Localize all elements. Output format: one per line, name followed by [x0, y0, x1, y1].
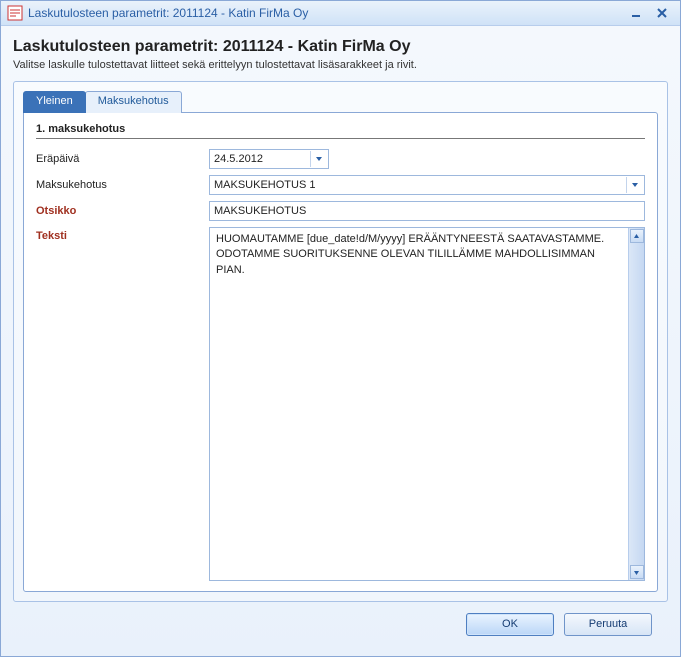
- page-subtext: Valitse laskulle tulostettavat liitteet …: [13, 59, 668, 71]
- dialog-window: Laskutulosteen parametrit: 2011124 - Kat…: [0, 0, 681, 657]
- scroll-down-icon[interactable]: [630, 565, 644, 579]
- tab-general[interactable]: Yleinen: [23, 91, 86, 113]
- content-area: Laskutulosteen parametrit: 2011124 - Kat…: [1, 26, 680, 656]
- due-date-picker[interactable]: 24.5.2012: [209, 149, 329, 169]
- reminder-value: MAKSUKEHOTUS 1: [214, 179, 626, 191]
- page-heading: Laskutulosteen parametrit: 2011124 - Kat…: [13, 38, 668, 56]
- label-text: Teksti: [36, 227, 209, 581]
- row-text: Teksti HUOMAUTAMME [due_date!d/M/yyyy] E…: [36, 227, 645, 581]
- close-button[interactable]: [650, 4, 674, 22]
- footer: OK Peruuta: [13, 602, 668, 646]
- row-due-date: Eräpäivä 24.5.2012: [36, 149, 645, 169]
- row-reminder: Maksukehotus MAKSUKEHOTUS 1: [36, 175, 645, 195]
- ok-button[interactable]: OK: [466, 613, 554, 636]
- app-icon: [7, 5, 23, 21]
- tab-bar: Yleinen Maksukehotus: [23, 91, 658, 113]
- chevron-down-icon: [310, 151, 326, 167]
- chevron-down-icon: [626, 177, 642, 193]
- due-date-value: 24.5.2012: [214, 153, 310, 165]
- label-reminder: Maksukehotus: [36, 179, 209, 191]
- text-value: HUOMAUTAMME [due_date!d/M/yyyy] ERÄÄNTYN…: [210, 228, 628, 580]
- tab-reminder[interactable]: Maksukehotus: [85, 91, 182, 113]
- text-area[interactable]: HUOMAUTAMME [due_date!d/M/yyyy] ERÄÄNTYN…: [209, 227, 645, 581]
- title-input[interactable]: [209, 201, 645, 221]
- row-title: Otsikko: [36, 201, 645, 221]
- window-title: Laskutulosteen parametrit: 2011124 - Kat…: [28, 6, 622, 20]
- label-due-date: Eräpäivä: [36, 153, 209, 165]
- scrollbar[interactable]: [628, 228, 644, 580]
- minimize-button[interactable]: [624, 4, 648, 22]
- label-title: Otsikko: [36, 205, 209, 217]
- titlebar[interactable]: Laskutulosteen parametrit: 2011124 - Kat…: [1, 1, 680, 26]
- main-panel: Yleinen Maksukehotus 1. maksukehotus Erä…: [13, 81, 668, 602]
- scroll-up-icon[interactable]: [630, 229, 644, 243]
- reminder-select[interactable]: MAKSUKEHOTUS 1: [209, 175, 645, 195]
- section-title: 1. maksukehotus: [36, 123, 645, 139]
- cancel-button[interactable]: Peruuta: [564, 613, 652, 636]
- tab-content: 1. maksukehotus Eräpäivä 24.5.2012 Maksu…: [23, 112, 658, 592]
